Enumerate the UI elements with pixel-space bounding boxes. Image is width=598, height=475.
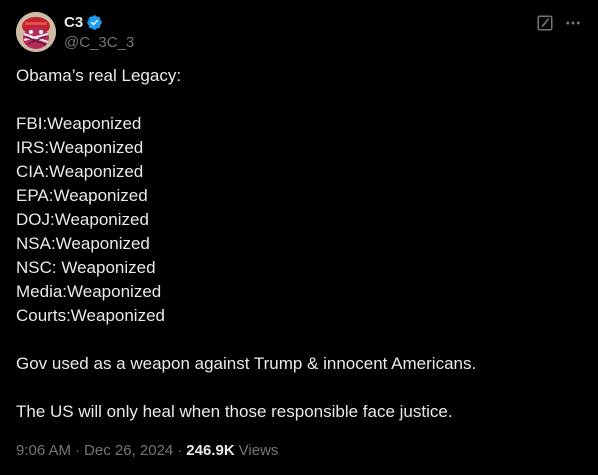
tweet-text: Obama’s real Legacy: FBI:Weaponized IRS:… — [16, 64, 582, 424]
tweet-intro: Obama’s real Legacy: — [16, 66, 182, 85]
list-item: CIA:Weaponized — [16, 162, 144, 181]
views-label: Views — [238, 442, 279, 459]
list-item: NSC: Weaponized — [16, 258, 156, 277]
list-item: FBI:Weaponized — [16, 114, 142, 133]
top-actions — [536, 14, 582, 32]
views-count: 246.9K — [186, 442, 235, 459]
separator: · — [75, 442, 81, 459]
tweet-paragraph: Gov used as a weapon against Trump & inn… — [16, 354, 477, 373]
more-icon[interactable] — [564, 14, 582, 32]
list-item: Courts:Weaponized — [16, 306, 165, 325]
grok-icon[interactable] — [536, 14, 554, 32]
tweet-meta: 9:06 AM · Dec 26, 2024 · 246.9K Views — [16, 442, 278, 459]
display-name-row: C3 — [64, 12, 134, 32]
list-item: EPA:Weaponized — [16, 186, 148, 205]
list-item: DOJ:Weaponized — [16, 210, 149, 229]
avatar-image — [16, 12, 56, 52]
tweet-time[interactable]: 9:06 AM — [16, 442, 71, 459]
handle[interactable]: @C_3C_3 — [64, 34, 134, 51]
separator: · — [177, 442, 183, 459]
author-names: C3 @C_3C_3 — [64, 12, 134, 52]
avatar[interactable] — [16, 12, 56, 52]
list-item: Media:Weaponized — [16, 282, 162, 301]
verified-badge-icon[interactable] — [86, 14, 103, 31]
list-item: IRS:Weaponized — [16, 138, 144, 157]
display-name[interactable]: C3 — [64, 14, 83, 31]
tweet: C3 @C_3C_3 Obama’s real Legacy: FBI:Weap… — [0, 0, 598, 475]
tweet-date[interactable]: Dec 26, 2024 — [84, 442, 173, 459]
list-item: NSA:Weaponized — [16, 234, 150, 253]
tweet-paragraph: The US will only heal when those respons… — [16, 402, 453, 421]
